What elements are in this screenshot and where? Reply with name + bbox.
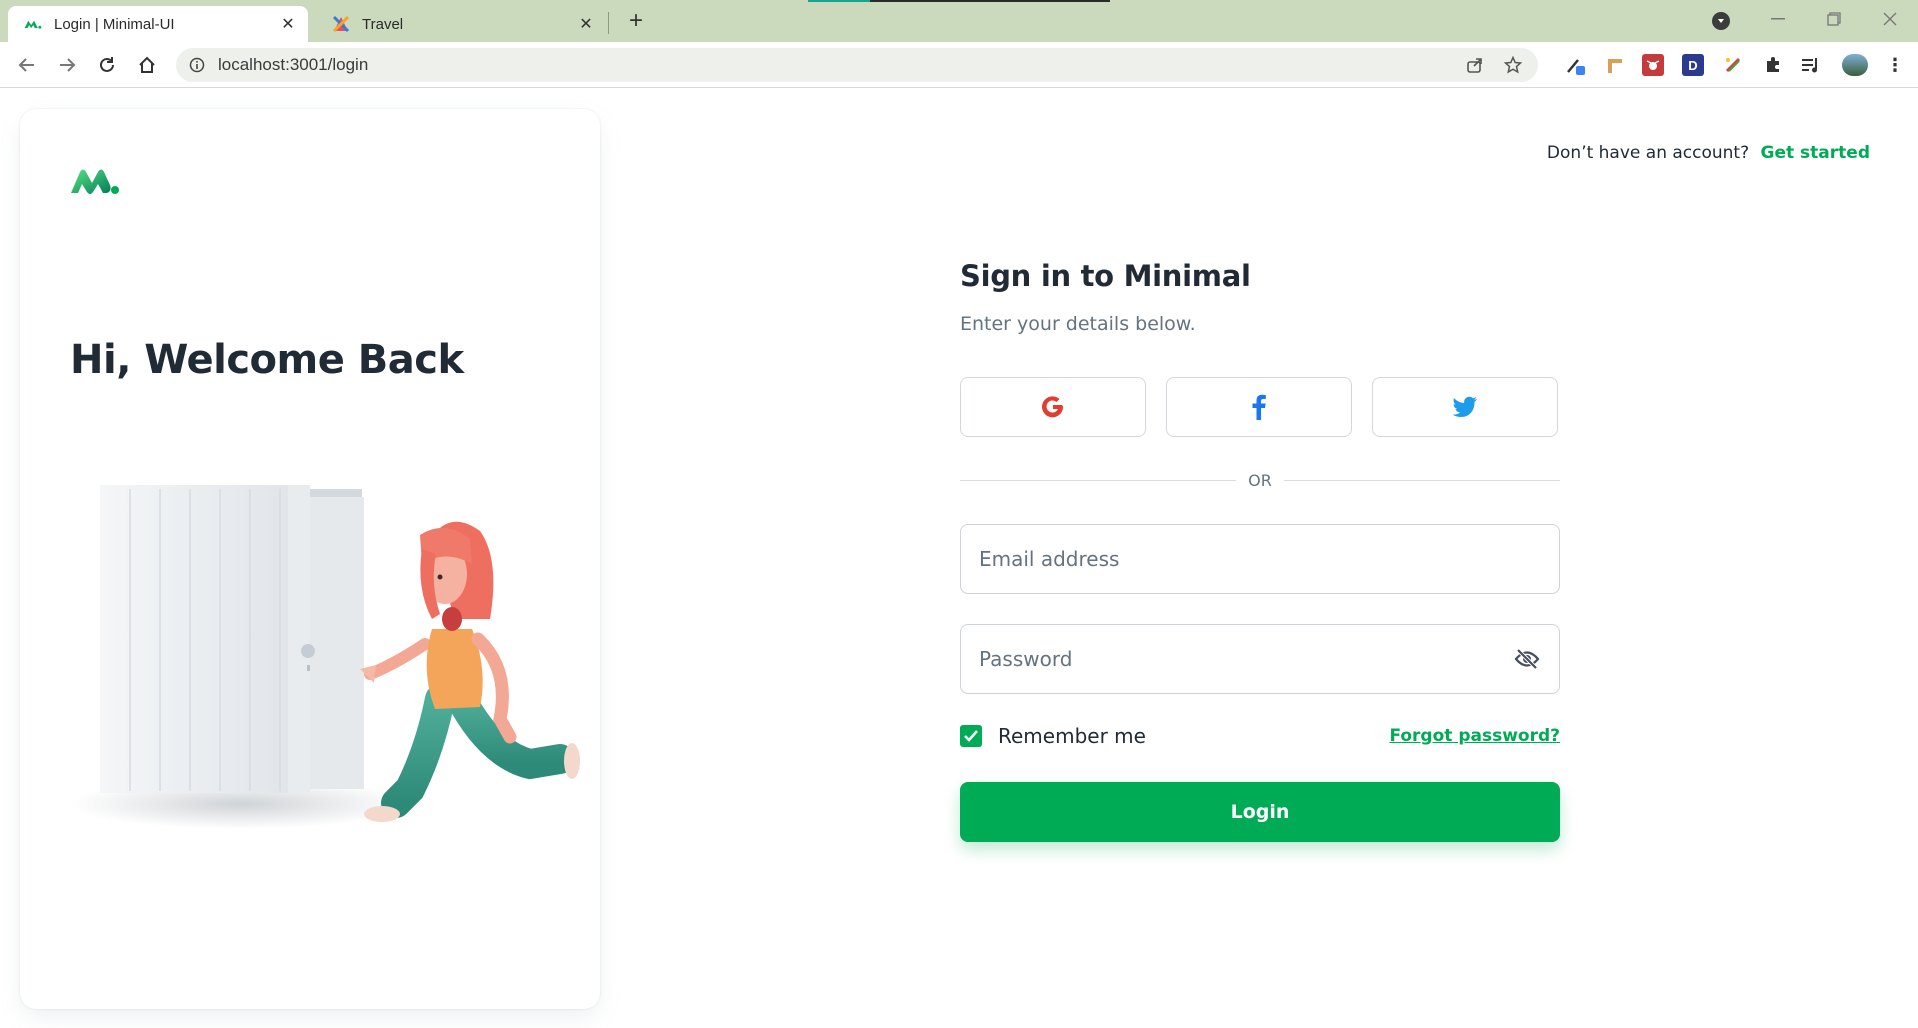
google-login-button[interactable] bbox=[960, 377, 1146, 437]
browser-toolbar: localhost:3001/login D ⋮ bbox=[0, 42, 1918, 88]
share-icon[interactable] bbox=[1462, 52, 1488, 78]
travel-favicon-icon bbox=[332, 15, 350, 33]
eye-off-icon[interactable] bbox=[1513, 645, 1541, 673]
back-icon[interactable] bbox=[14, 52, 40, 78]
get-started-link[interactable]: Get started bbox=[1761, 143, 1870, 163]
menu-kebab-icon[interactable]: ⋮ bbox=[1884, 54, 1906, 76]
login-button[interactable]: Login bbox=[960, 782, 1560, 842]
password-input[interactable] bbox=[979, 647, 1513, 671]
or-divider: OR bbox=[960, 471, 1560, 490]
close-icon[interactable]: ✕ bbox=[576, 14, 596, 34]
twitter-icon bbox=[1452, 396, 1477, 417]
tab-travel[interactable]: Travel ✕ bbox=[316, 6, 606, 42]
profile-avatar[interactable] bbox=[1842, 54, 1868, 76]
check-icon bbox=[964, 730, 978, 742]
login-illustration bbox=[70, 485, 580, 829]
media-list-icon[interactable] bbox=[1800, 54, 1822, 76]
divider-line bbox=[1283, 480, 1560, 481]
puzzle-icon[interactable] bbox=[1762, 54, 1784, 76]
welcome-card: Hi, Welcome Back bbox=[20, 109, 600, 1009]
remember-me[interactable]: Remember me bbox=[960, 724, 1146, 748]
divider-line bbox=[960, 480, 1237, 481]
facebook-login-button[interactable] bbox=[1166, 377, 1352, 437]
color-extension-icon[interactable] bbox=[1722, 54, 1744, 76]
forgot-password-link[interactable]: Forgot password? bbox=[1389, 726, 1560, 746]
address-bar[interactable]: localhost:3001/login bbox=[176, 48, 1538, 82]
tab-title: Login | Minimal-UI bbox=[54, 15, 175, 33]
close-icon[interactable]: ✕ bbox=[278, 14, 298, 34]
form-options-row: Remember me Forgot password? bbox=[960, 724, 1560, 748]
google-icon bbox=[1042, 396, 1063, 418]
email-input[interactable] bbox=[979, 547, 1541, 571]
new-tab-icon[interactable]: + bbox=[624, 7, 648, 34]
tab-search-icon[interactable] bbox=[1712, 12, 1730, 30]
minimize-icon[interactable] bbox=[1758, 6, 1798, 32]
form-subtitle: Enter your details below. bbox=[960, 313, 1196, 335]
tab-title: Travel bbox=[362, 15, 404, 33]
signup-prompt: Don’t have an account? Get started bbox=[1547, 143, 1870, 163]
eyedropper-extension-icon[interactable] bbox=[1564, 54, 1586, 76]
remember-label: Remember me bbox=[998, 724, 1146, 748]
d-extension-icon[interactable]: D bbox=[1682, 54, 1704, 76]
twitter-login-button[interactable] bbox=[1372, 377, 1558, 437]
bug-extension-icon[interactable] bbox=[1642, 54, 1664, 76]
url-text[interactable]: localhost:3001/login bbox=[218, 55, 1462, 75]
password-field[interactable] bbox=[960, 624, 1560, 694]
home-icon[interactable] bbox=[134, 52, 160, 78]
forward-icon[interactable] bbox=[54, 52, 80, 78]
bookmark-star-icon[interactable] bbox=[1500, 52, 1526, 78]
signup-prompt-text: Don’t have an account? bbox=[1546, 143, 1750, 163]
minimal-logo-icon bbox=[24, 15, 42, 33]
tab-separator bbox=[608, 12, 609, 34]
divider-label: OR bbox=[1248, 471, 1272, 490]
tab-login[interactable]: Login | Minimal-UI ✕ bbox=[8, 6, 308, 42]
welcome-title: Hi, Welcome Back bbox=[70, 337, 464, 383]
browser-tab-bar: Login | Minimal-UI ✕ Travel ✕ + bbox=[0, 0, 1918, 42]
tab-strip-accent-dark bbox=[870, 0, 1110, 2]
restore-icon[interactable] bbox=[1814, 6, 1854, 32]
login-form: Sign in to Minimal Enter your details be… bbox=[960, 259, 1560, 842]
login-page: Hi, Welcome Back Don’t have an account? … bbox=[0, 89, 1918, 1028]
reload-icon[interactable] bbox=[94, 52, 120, 78]
social-login-row bbox=[960, 377, 1560, 437]
facebook-icon bbox=[1252, 394, 1266, 420]
ruler-extension-icon[interactable] bbox=[1604, 54, 1626, 76]
email-field[interactable] bbox=[960, 524, 1560, 594]
minimal-logo-icon[interactable] bbox=[70, 167, 120, 197]
remember-checkbox[interactable] bbox=[960, 725, 982, 747]
form-title: Sign in to Minimal bbox=[960, 259, 1251, 293]
tab-strip-accent bbox=[808, 0, 870, 2]
window-close-icon[interactable] bbox=[1870, 6, 1910, 32]
site-info-icon[interactable] bbox=[188, 56, 206, 74]
